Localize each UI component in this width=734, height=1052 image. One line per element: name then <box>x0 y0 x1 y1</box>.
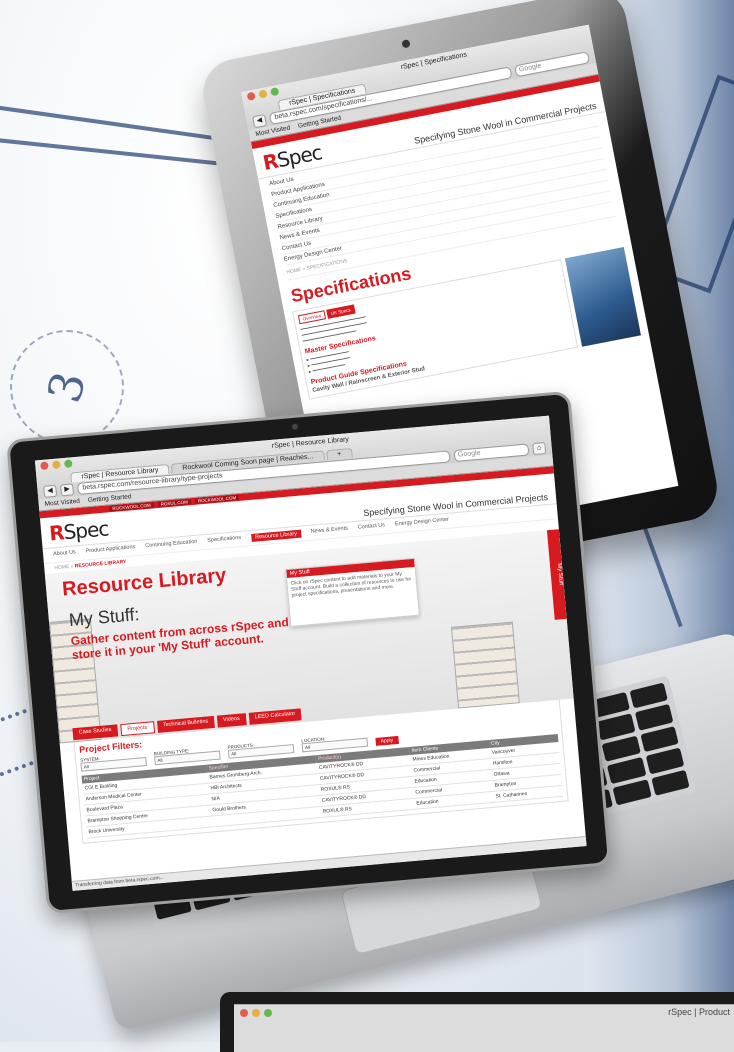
zoom-dot-icon[interactable] <box>270 87 280 97</box>
keyboard-key[interactable] <box>612 778 652 806</box>
page-title: Resource Library <box>61 564 228 601</box>
filter-system: SYSTEM: All <box>80 752 147 772</box>
minimize-dot-icon[interactable] <box>252 1009 260 1017</box>
laptop-screen: rSpec | Resource Library rSpec | Resourc… <box>34 415 587 891</box>
apply-button[interactable]: Apply <box>375 735 399 746</box>
window-title: rSpec | Product <box>668 1007 730 1017</box>
home-icon[interactable]: ⌂ <box>532 442 547 456</box>
building-photo <box>564 246 641 347</box>
mystuff-side-tab[interactable]: My Stuff <box>546 529 567 620</box>
monitor-screen: rSpec | Product <box>234 1004 734 1052</box>
nav-item-resource-library[interactable]: Resource Library <box>250 529 302 542</box>
filter-products: PRODUCTS: All <box>227 739 295 759</box>
blueprint-line <box>0 136 240 168</box>
nav-item-about[interactable]: About Us <box>53 549 76 559</box>
tab-videos[interactable]: Videos <box>216 713 247 728</box>
keyboard-key[interactable] <box>645 747 685 775</box>
zoom-dot-icon[interactable] <box>264 1009 272 1017</box>
forward-arrow-icon[interactable]: ▶ <box>60 483 75 497</box>
filter-location: LOCATION: All <box>301 733 369 753</box>
nav-item-energy-design-center[interactable]: Energy Design Center <box>395 517 450 530</box>
nav-item-contact[interactable]: Contact Us <box>358 522 386 532</box>
mystuff-popup: My Stuff Click on rSpec content to add m… <box>285 557 420 627</box>
laptop-camera <box>291 423 299 431</box>
zoom-dot-icon[interactable] <box>63 459 73 468</box>
breadcrumb-home[interactable]: HOME » <box>54 564 74 572</box>
bookmark-link[interactable]: Getting Started <box>88 493 132 504</box>
laptop-lid: rSpec | Resource Library rSpec | Resourc… <box>6 390 612 915</box>
nav-item-continuing-education[interactable]: Continuing Education <box>145 539 198 552</box>
window-controls <box>240 1009 272 1017</box>
mystuff-heading: My Stuff: <box>68 604 141 631</box>
close-dot-icon[interactable] <box>40 461 49 471</box>
nav-item-specifications[interactable]: Specifications <box>207 535 242 546</box>
keyboard-key[interactable] <box>607 757 646 784</box>
bookmark-link[interactable]: Most Visited <box>44 498 80 508</box>
close-dot-icon[interactable] <box>246 91 256 101</box>
rspec-logo[interactable]: RSpec <box>48 516 109 545</box>
nav-item-product-applications[interactable]: Product Applications <box>85 544 135 556</box>
nav-item-news-events[interactable]: News & Events <box>310 526 348 537</box>
back-arrow-icon[interactable]: ◀ <box>43 484 58 498</box>
minimize-dot-icon[interactable] <box>52 460 61 470</box>
close-dot-icon[interactable] <box>240 1009 248 1017</box>
minimize-dot-icon[interactable] <box>258 89 268 99</box>
keyboard-key[interactable] <box>650 769 690 796</box>
filter-building-type: BUILDING TYPE: All <box>154 746 221 766</box>
monitor-device: rSpec | Product <box>220 992 734 1052</box>
back-arrow-icon[interactable]: ◀ <box>252 114 268 129</box>
tablet-camera <box>401 39 411 49</box>
blueprint-line <box>0 103 220 141</box>
